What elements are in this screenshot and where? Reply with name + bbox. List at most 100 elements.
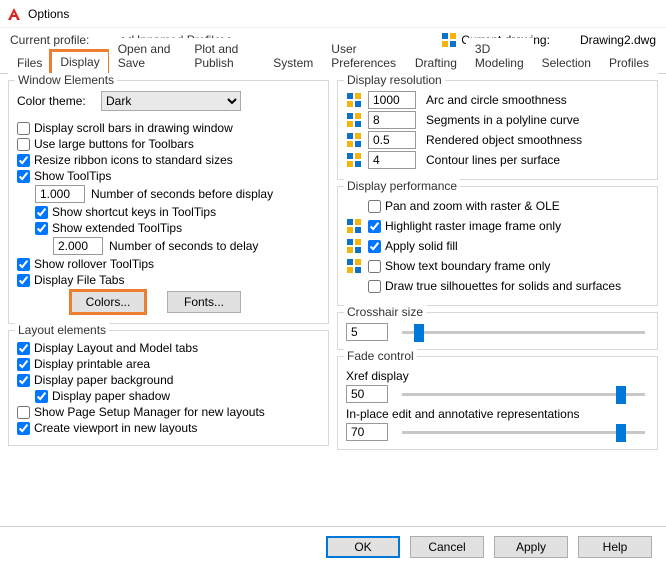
current-drawing-value: Drawing2.dwg [580,33,656,47]
chk-rollover[interactable]: Show rollover ToolTips [17,257,320,271]
help-button[interactable]: Help [578,536,652,558]
chk-extended-tooltips-label: Show extended ToolTips [52,221,182,235]
chk-large-buttons[interactable]: Use large buttons for Toolbars [17,137,320,151]
tab-files[interactable]: Files [8,52,51,74]
current-profile-label: Current profile: [10,33,89,47]
chk-rollover-label: Show rollover ToolTips [34,257,154,271]
tab-3d-modeling[interactable]: 3D Modeling [466,38,533,74]
seconds-delay-input[interactable] [53,237,103,255]
chk-scrollbars-label: Display scroll bars in drawing window [34,121,233,135]
chk-show-tooltips[interactable]: Show ToolTips [17,169,320,183]
crosshair-input[interactable] [346,323,388,341]
seconds-delay-label: Number of seconds to delay [109,239,258,253]
group-window-elements-legend: Window Elements [15,73,117,87]
contour-label: Contour lines per surface [426,153,560,167]
fonts-button[interactable]: Fonts... [167,291,241,313]
tabs-bar: Files Display Open and Save Plot and Pub… [0,50,666,74]
tab-drafting[interactable]: Drafting [406,52,466,74]
window-title: Options [28,7,69,21]
chk-text-boundary[interactable]: Show text boundary frame only [368,259,550,273]
group-fade: Fade control Xref display In-place edit … [337,356,658,450]
chk-shortcut-keys-label: Show shortcut keys in ToolTips [52,205,216,219]
group-display-resolution-legend: Display resolution [344,73,445,87]
crosshair-slider[interactable] [402,331,645,334]
chk-highlight-raster[interactable]: Highlight raster image frame only [368,219,561,233]
group-display-performance: Display performance Pan and zoom with ra… [337,186,658,306]
content-area: Window Elements Color theme: Dark Displa… [0,74,666,456]
chk-pan-zoom-label: Pan and zoom with raster & OLE [385,199,560,213]
chk-paper-shadow-label: Display paper shadow [52,389,170,403]
chk-resize-ribbon[interactable]: Resize ribbon icons to standard sizes [17,153,320,167]
ok-button[interactable]: OK [326,536,400,558]
dwg-mini-icon [346,112,362,128]
xref-input[interactable] [346,385,388,403]
arc-smoothness-input[interactable] [368,91,416,109]
chk-scrollbars[interactable]: Display scroll bars in drawing window [17,121,320,135]
tab-open-save[interactable]: Open and Save [109,38,186,74]
dwg-mini-icon [346,152,362,168]
chk-printable[interactable]: Display printable area [17,357,320,371]
chk-page-setup-label: Show Page Setup Manager for new layouts [34,405,265,419]
chk-resize-ribbon-label: Resize ribbon icons to standard sizes [34,153,233,167]
tab-system[interactable]: System [264,52,322,74]
right-column: Display resolution Arc and circle smooth… [337,80,658,456]
tab-user-preferences[interactable]: User Preferences [322,38,406,74]
chk-pan-zoom[interactable]: Pan and zoom with raster & OLE [368,199,560,213]
xref-slider[interactable] [402,393,645,396]
segments-input[interactable] [368,111,416,129]
chk-show-tooltips-label: Show ToolTips [34,169,111,183]
cancel-button[interactable]: Cancel [410,536,484,558]
dwg-mini-icon [346,258,362,274]
chk-file-tabs[interactable]: Display File Tabs [17,273,320,287]
group-display-performance-legend: Display performance [344,179,460,193]
chk-layout-model-label: Display Layout and Model tabs [34,341,198,355]
tab-display[interactable]: Display [51,51,108,74]
inplace-slider[interactable] [402,431,645,434]
chk-true-silhouettes-label: Draw true silhouettes for solids and sur… [385,279,621,293]
dwg-mini-icon [346,132,362,148]
tab-profiles[interactable]: Profiles [600,52,658,74]
rendered-input[interactable] [368,131,416,149]
dwg-mini-icon [346,218,362,234]
inplace-label: In-place edit and annotative representat… [346,407,649,421]
xref-slider-thumb[interactable] [616,386,626,404]
chk-file-tabs-label: Display File Tabs [34,273,124,287]
chk-text-boundary-label: Show text boundary frame only [385,259,550,273]
seconds-before-label: Number of seconds before display [91,187,273,201]
xref-label: Xref display [346,369,649,383]
group-layout-elements-legend: Layout elements [15,323,109,337]
apply-button[interactable]: Apply [494,536,568,558]
chk-extended-tooltips[interactable]: Show extended ToolTips [35,221,320,235]
drawing-icon [441,32,457,48]
color-theme-select[interactable]: Dark [101,91,241,111]
chk-page-setup[interactable]: Show Page Setup Manager for new layouts [17,405,320,419]
tab-plot-publish[interactable]: Plot and Publish [185,38,264,74]
title-bar: Options [0,0,666,28]
color-theme-label: Color theme: [17,94,101,108]
chk-solid-fill-label: Apply solid fill [385,239,458,253]
chk-paper-bg[interactable]: Display paper background [17,373,320,387]
chk-solid-fill[interactable]: Apply solid fill [368,239,458,253]
rendered-label: Rendered object smoothness [426,133,582,147]
autocad-icon [6,6,22,22]
group-layout-elements: Layout elements Display Layout and Model… [8,330,329,446]
chk-layout-model[interactable]: Display Layout and Model tabs [17,341,320,355]
segments-label: Segments in a polyline curve [426,113,579,127]
chk-true-silhouettes[interactable]: Draw true silhouettes for solids and sur… [368,279,621,293]
group-crosshair-legend: Crosshair size [344,305,426,319]
chk-paper-shadow[interactable]: Display paper shadow [35,389,320,403]
seconds-before-input[interactable] [35,185,85,203]
chk-highlight-raster-label: Highlight raster image frame only [385,219,561,233]
group-crosshair: Crosshair size [337,312,658,350]
chk-viewport-label: Create viewport in new layouts [34,421,197,435]
dwg-mini-icon [346,238,362,254]
chk-viewport[interactable]: Create viewport in new layouts [17,421,320,435]
colors-button[interactable]: Colors... [71,291,145,313]
inplace-slider-thumb[interactable] [616,424,626,442]
inplace-input[interactable] [346,423,388,441]
tab-selection[interactable]: Selection [533,52,600,74]
chk-shortcut-keys[interactable]: Show shortcut keys in ToolTips [35,205,320,219]
contour-input[interactable] [368,151,416,169]
chk-paper-bg-label: Display paper background [34,373,173,387]
crosshair-slider-thumb[interactable] [414,324,424,342]
